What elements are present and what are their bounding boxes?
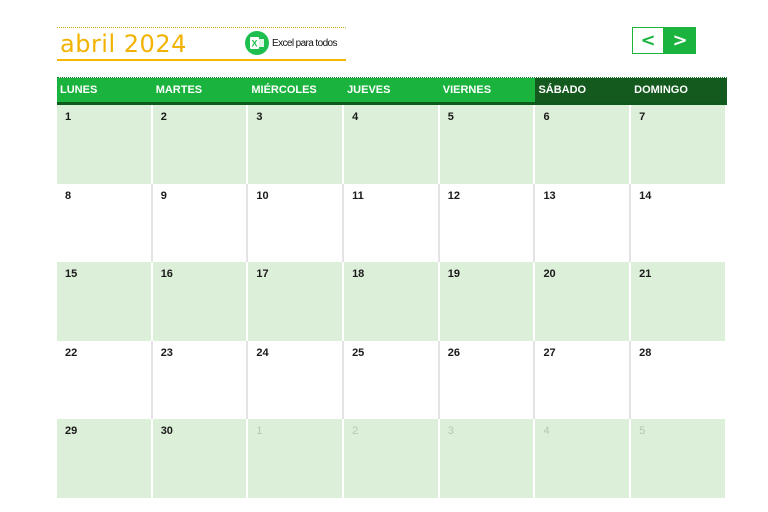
day-number: 19 <box>447 268 460 281</box>
day-cell[interactable]: 13 <box>535 183 632 263</box>
day-cell[interactable]: 15 <box>57 262 153 341</box>
day-number: 6 <box>543 111 550 123</box>
day-number: 22 <box>65 346 78 359</box>
weekday-header-monday: LUNES <box>57 78 153 102</box>
day-number: 21 <box>639 268 652 281</box>
day-number: 7 <box>639 111 646 123</box>
day-number: 9 <box>160 189 167 202</box>
month-title: abril 2024 <box>60 30 187 58</box>
day-cell[interactable]: 7 <box>631 105 727 184</box>
excel-logo-icon: X <box>245 31 269 55</box>
day-number: 24 <box>256 346 269 359</box>
day-cell[interactable]: 3 <box>248 105 345 184</box>
day-number: 25 <box>352 346 365 359</box>
title-block: abril 2024 X Excel para todos <box>57 27 346 61</box>
weekday-header-tuesday: MARTES <box>152 78 249 102</box>
day-number: 17 <box>256 268 269 281</box>
day-cell-other-month[interactable]: 3 <box>439 419 536 498</box>
calendar-page: abril 2024 X Excel para todos < > LUNES … <box>0 0 768 512</box>
week-row-2: 8 9 10 11 12 13 14 <box>57 183 727 263</box>
day-cell-other-month[interactable]: 5 <box>631 419 727 498</box>
day-cell[interactable]: 17 <box>248 262 345 341</box>
day-number: 27 <box>543 346 556 359</box>
day-number-other-month: 4 <box>543 425 550 438</box>
day-number: 10 <box>256 189 269 202</box>
day-cell[interactable]: 1 <box>57 105 153 184</box>
day-cell-other-month[interactable]: 4 <box>535 419 632 498</box>
day-number: 16 <box>160 268 173 281</box>
day-cell[interactable]: 2 <box>152 105 249 184</box>
day-number-other-month: 1 <box>256 425 263 438</box>
day-number: 23 <box>160 346 173 359</box>
day-number-other-month: 5 <box>639 425 646 438</box>
next-month-button[interactable]: > <box>664 27 696 54</box>
day-number: 2 <box>160 111 167 123</box>
day-number: 12 <box>447 189 460 202</box>
month-navigation: < > <box>632 27 696 54</box>
day-cell[interactable]: 20 <box>535 262 632 341</box>
day-cell[interactable]: 25 <box>344 340 440 420</box>
weekday-header-friday: VIERNES <box>439 78 536 102</box>
day-number-other-month: 2 <box>352 425 359 438</box>
day-number: 18 <box>352 268 365 281</box>
week-row-1: 1 2 3 4 5 6 7 <box>57 105 727 184</box>
weekday-header-sunday: DOMINGO <box>631 78 727 102</box>
day-cell[interactable]: 14 <box>631 183 727 263</box>
day-number: 30 <box>160 425 173 438</box>
day-cell[interactable]: 4 <box>344 105 440 184</box>
excel-sheet-icon: X <box>250 37 264 49</box>
day-cell[interactable]: 24 <box>248 340 345 420</box>
day-number: 26 <box>447 346 460 359</box>
day-cell[interactable]: 6 <box>535 105 632 184</box>
day-number-other-month: 3 <box>447 425 454 438</box>
day-cell-other-month[interactable]: 2 <box>344 419 440 498</box>
day-cell[interactable]: 5 <box>439 105 536 184</box>
week-row-5: 29 30 1 2 3 4 5 <box>57 419 727 498</box>
day-cell[interactable]: 22 <box>57 340 153 420</box>
weekday-header-saturday: SÁBADO <box>535 78 632 102</box>
day-number: 20 <box>543 268 556 281</box>
day-number: 1 <box>65 111 72 123</box>
day-cell[interactable]: 10 <box>248 183 345 263</box>
day-number: 14 <box>639 189 652 202</box>
day-number: 28 <box>639 346 652 359</box>
day-cell[interactable]: 23 <box>152 340 249 420</box>
day-number: 3 <box>256 111 263 123</box>
day-number: 15 <box>65 268 78 281</box>
day-number: 8 <box>65 189 72 202</box>
day-cell[interactable]: 27 <box>535 340 632 420</box>
day-cell[interactable]: 30 <box>152 419 249 498</box>
day-cell[interactable]: 9 <box>152 183 249 263</box>
day-cell[interactable]: 21 <box>631 262 727 341</box>
week-row-3: 15 16 17 18 19 20 21 <box>57 262 727 341</box>
day-cell-other-month[interactable]: 1 <box>248 419 345 498</box>
day-cell[interactable]: 12 <box>439 183 536 263</box>
week-row-4: 22 23 24 25 26 27 28 <box>57 340 727 420</box>
day-cell[interactable]: 19 <box>439 262 536 341</box>
day-number: 11 <box>352 189 364 202</box>
weekday-header-row: LUNES MARTES MIÉRCOLES JUEVES VIERNES SÁ… <box>57 77 727 105</box>
day-cell[interactable]: 18 <box>344 262 440 341</box>
day-cell[interactable]: 26 <box>439 340 536 420</box>
day-cell[interactable]: 28 <box>631 340 727 420</box>
calendar-grid: LUNES MARTES MIÉRCOLES JUEVES VIERNES SÁ… <box>57 77 727 498</box>
day-number: 5 <box>447 111 454 123</box>
day-number: 13 <box>543 189 556 202</box>
previous-month-button[interactable]: < <box>632 27 664 54</box>
day-cell[interactable]: 8 <box>57 183 153 263</box>
weekday-header-thursday: JUEVES <box>344 78 440 102</box>
day-cell[interactable]: 11 <box>344 183 440 263</box>
day-number: 4 <box>352 111 359 123</box>
brand-logo-group[interactable]: X Excel para todos <box>245 31 337 55</box>
brand-text: Excel para todos <box>272 37 337 49</box>
day-cell[interactable]: 29 <box>57 419 153 498</box>
day-cell[interactable]: 16 <box>152 262 249 341</box>
day-number: 29 <box>65 425 78 438</box>
svg-text:X: X <box>251 39 257 49</box>
weekday-header-wednesday: MIÉRCOLES <box>248 78 345 102</box>
